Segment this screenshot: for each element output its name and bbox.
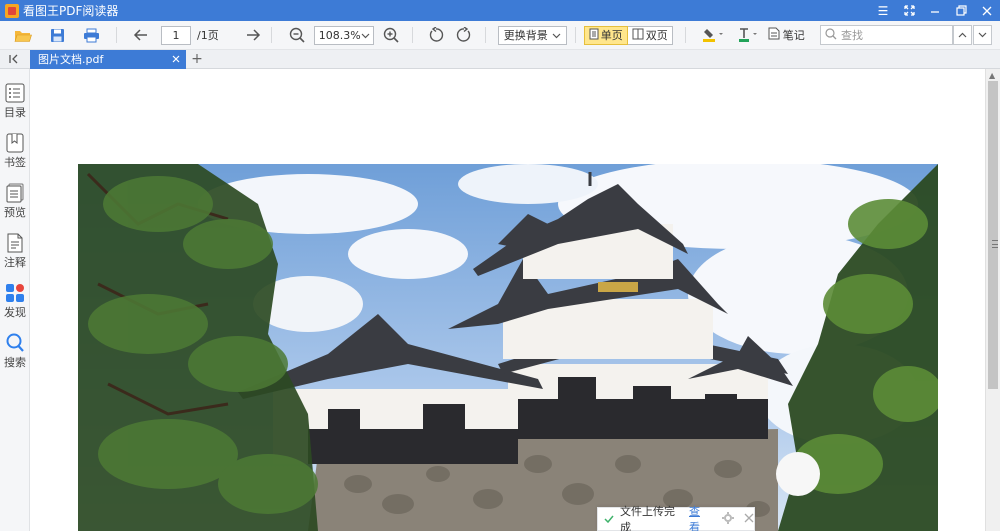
search-prev-button[interactable]	[953, 25, 972, 45]
sidebar-label: 预览	[4, 206, 26, 219]
single-page-label: 单页	[600, 29, 623, 42]
grip-icon	[992, 240, 998, 248]
close-window-icon[interactable]	[974, 0, 1000, 21]
menu-icon[interactable]: ☰	[870, 0, 896, 21]
sidebar-label: 搜索	[4, 356, 26, 369]
add-tab-icon[interactable]: +	[186, 51, 208, 67]
scroll-up-icon[interactable]: ▲	[989, 71, 995, 80]
sidebar-item-preview[interactable]: 预览	[0, 183, 30, 220]
window-controls: ☰	[870, 0, 1000, 21]
page-total-label: /1页	[197, 29, 219, 42]
chevron-down-icon	[361, 29, 370, 42]
pdf-page-image	[78, 164, 938, 531]
zoom-out-icon[interactable]	[286, 24, 308, 46]
search-next-button[interactable]	[973, 25, 992, 45]
search-icon	[825, 27, 837, 43]
change-background-button[interactable]: 更换背景	[497, 25, 567, 45]
single-page-button[interactable]: 单页	[583, 25, 628, 45]
search-placeholder: 查找	[841, 29, 863, 42]
save-icon[interactable]	[46, 24, 68, 46]
tab-bar: 图片文档.pdf +	[0, 49, 1000, 69]
vertical-scrollbar[interactable]: ▲	[985, 69, 1000, 531]
list-icon	[5, 83, 25, 103]
toast-message: 文件上传完成	[620, 505, 675, 531]
close-toast-icon[interactable]	[744, 513, 754, 526]
tab-document[interactable]: 图片文档.pdf	[30, 49, 186, 69]
zoom-value: 108.3%	[318, 28, 361, 42]
left-sidebar: 目录 书签 预览 注释 发现 搜索	[0, 69, 30, 531]
page-number-input[interactable]: 1	[161, 25, 191, 45]
next-page-icon[interactable]	[243, 24, 265, 46]
sidebar-label: 目录	[4, 106, 26, 119]
double-page-button[interactable]: 双页	[627, 25, 673, 45]
sidebar-item-search[interactable]: 搜索	[0, 333, 30, 370]
highlight-icon[interactable]	[700, 24, 726, 46]
change-background-label: 更换背景	[503, 29, 548, 42]
sidebar-item-annotations[interactable]: 注释	[0, 233, 30, 270]
app-logo-icon	[5, 3, 19, 18]
zoom-in-icon[interactable]	[380, 24, 402, 46]
castle-photo	[78, 164, 938, 531]
open-folder-icon[interactable]	[12, 24, 34, 46]
double-page-icon	[632, 28, 644, 43]
sidebar-item-bookmarks[interactable]: 书签	[0, 133, 30, 170]
single-page-icon	[589, 28, 599, 43]
document-viewport[interactable]	[31, 69, 985, 531]
chevron-down-icon	[552, 29, 561, 42]
sidebar-label: 书签	[4, 156, 26, 169]
sidebar-label: 发现	[4, 306, 26, 319]
bookmark-icon	[5, 133, 25, 153]
gear-icon[interactable]	[722, 511, 734, 527]
upload-toast: 文件上传完成 查看	[597, 505, 755, 531]
collapse-sidebar-icon[interactable]	[0, 50, 30, 69]
check-icon	[604, 513, 614, 526]
rotate-right-icon[interactable]	[453, 24, 475, 46]
double-page-label: 双页	[645, 29, 668, 42]
main-toolbar: 1 /1页 108.3% 更换背景 单页 双页 笔记 查找	[0, 21, 1000, 50]
sidebar-item-toc[interactable]: 目录	[0, 83, 30, 120]
sidebar-item-discover[interactable]: 发现	[0, 283, 30, 320]
zoom-select[interactable]: 108.3%	[313, 25, 374, 45]
search-icon	[5, 333, 25, 353]
minimize-icon[interactable]	[922, 0, 948, 21]
app-title: 看图王PDF阅读器	[23, 4, 119, 18]
discover-icon	[5, 283, 25, 303]
title-bar: 看图王PDF阅读器 ☰	[0, 0, 1000, 21]
fullscreen-icon[interactable]	[896, 0, 922, 21]
close-tab-icon[interactable]	[172, 53, 180, 66]
preview-icon	[5, 183, 25, 203]
previous-page-icon[interactable]	[129, 24, 151, 46]
print-icon[interactable]	[80, 24, 102, 46]
scroll-thumb[interactable]	[988, 81, 998, 389]
annotation-icon	[5, 233, 25, 253]
toast-view-link[interactable]: 查看	[689, 503, 710, 531]
sidebar-label: 注释	[4, 256, 26, 269]
search-input[interactable]: 查找	[820, 25, 953, 45]
text-color-icon[interactable]	[736, 24, 762, 46]
tab-label: 图片文档.pdf	[38, 53, 104, 66]
restore-icon[interactable]	[948, 0, 974, 21]
notes-label: 笔记	[782, 29, 805, 42]
rotate-left-icon[interactable]	[425, 24, 447, 46]
notes-button[interactable]: 笔记	[768, 27, 805, 43]
note-icon	[768, 27, 780, 43]
